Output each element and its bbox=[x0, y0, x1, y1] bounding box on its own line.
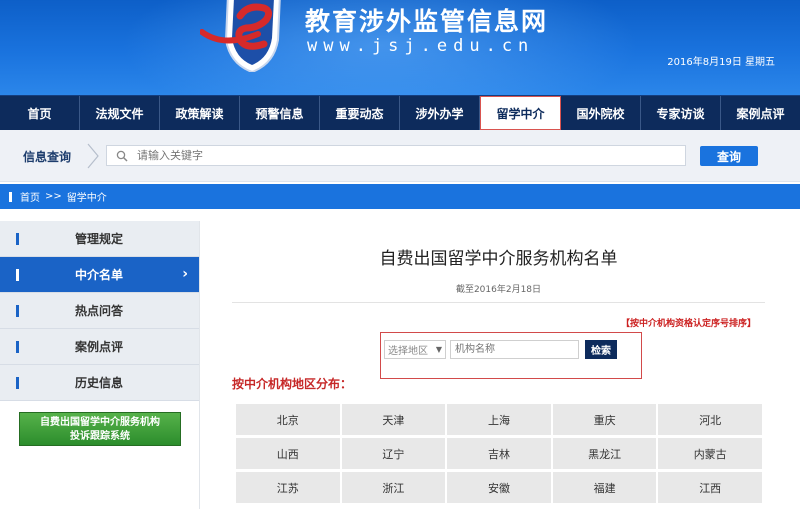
filter-search-button[interactable]: 检索 bbox=[585, 340, 617, 359]
breadcrumb-separator: >> bbox=[45, 191, 62, 202]
search-box[interactable] bbox=[106, 145, 686, 166]
region-link[interactable]: 上海 bbox=[447, 404, 551, 435]
nav-item-case-reviews[interactable]: 案例点评 bbox=[721, 96, 800, 130]
sort-note: 【按中介机构资格认定序号排序】 bbox=[620, 319, 756, 329]
caret-down-icon: ▼ bbox=[435, 345, 442, 354]
search-label: 信息查询 bbox=[23, 150, 72, 164]
nav-item-policy[interactable]: 政策解读 bbox=[160, 96, 240, 130]
sidebar-item-agency-list[interactable]: 中介名单 › bbox=[0, 257, 200, 293]
region-grid: 北京 天津 上海 重庆 河北 山西 辽宁 吉林 黑龙江 内蒙古 江苏 浙江 安徽… bbox=[236, 404, 762, 503]
chevron-right-icon bbox=[87, 143, 99, 169]
complaint-line-2: 投诉跟踪系统 bbox=[70, 431, 130, 442]
region-link[interactable]: 北京 bbox=[236, 404, 340, 435]
region-link[interactable]: 浙江 bbox=[341, 472, 446, 503]
nav-item-study-agency[interactable]: 留学中介 bbox=[480, 96, 561, 130]
site-banner: 教育涉外监管信息网 www.jsj.edu.cn 2016年8月19日 星期五 bbox=[0, 0, 800, 95]
region-link[interactable]: 河北 bbox=[658, 404, 762, 435]
site-url: www.jsj.edu.cn bbox=[307, 36, 535, 56]
region-link[interactable]: 山西 bbox=[236, 438, 340, 469]
title-divider bbox=[232, 302, 765, 303]
complaint-system-banner[interactable]: 自费出国留学中介服务机构 投诉跟踪系统 bbox=[19, 412, 181, 446]
nav-item-foreign-schools[interactable]: 涉外办学 bbox=[400, 96, 480, 130]
breadcrumb-current[interactable]: 留学中介 bbox=[67, 189, 107, 204]
chevron-right-icon: › bbox=[182, 266, 188, 282]
sidebar: 管理规定 中介名单 › 热点问答 案例点评 历史信息 自费出国留学中介服务机构 … bbox=[0, 221, 200, 509]
region-link[interactable]: 重庆 bbox=[552, 404, 657, 435]
breadcrumb: 首页 >> 留学中介 bbox=[0, 184, 800, 209]
region-link[interactable]: 福建 bbox=[552, 472, 657, 503]
region-link[interactable]: 内蒙古 bbox=[658, 438, 762, 469]
sidebar-item-label: 热点问答 bbox=[75, 304, 124, 318]
site-logo-icon bbox=[200, 0, 281, 72]
institution-name-input[interactable] bbox=[450, 340, 579, 359]
main-nav: 首页 法规文件 政策解读 预警信息 重要动态 涉外办学 留学中介 国外院校 专家… bbox=[0, 95, 800, 130]
region-link[interactable]: 辽宁 bbox=[341, 438, 446, 469]
region-link[interactable]: 安徽 bbox=[447, 472, 551, 503]
breadcrumb-home[interactable]: 首页 bbox=[20, 189, 40, 204]
region-heading: 按中介机构地区分布： bbox=[232, 377, 353, 391]
search-input[interactable] bbox=[137, 149, 685, 162]
sidebar-item-hot-qa[interactable]: 热点问答 bbox=[0, 293, 200, 329]
filter-panel: 选择地区 ▼ 检索 bbox=[380, 332, 642, 379]
sidebar-divider bbox=[199, 221, 200, 509]
region-link[interactable]: 黑龙江 bbox=[552, 438, 657, 469]
sidebar-item-label: 案例点评 bbox=[75, 340, 124, 354]
region-select[interactable]: 选择地区 ▼ bbox=[384, 340, 446, 359]
sidebar-item-label: 管理规定 bbox=[75, 232, 124, 246]
publish-date: 截至2016年2月18日 bbox=[455, 285, 542, 295]
nav-item-home[interactable]: 首页 bbox=[0, 96, 80, 130]
complaint-line-1: 自费出国留学中介服务机构 bbox=[40, 417, 160, 428]
region-link[interactable]: 江苏 bbox=[236, 472, 340, 503]
sidebar-item-case-reviews[interactable]: 案例点评 bbox=[0, 329, 200, 365]
search-icon bbox=[107, 150, 137, 162]
nav-item-warnings[interactable]: 预警信息 bbox=[240, 96, 320, 130]
nav-item-overseas-colleges[interactable]: 国外院校 bbox=[561, 96, 641, 130]
search-strip: 信息查询 查询 bbox=[0, 130, 800, 182]
nav-item-news[interactable]: 重要动态 bbox=[320, 96, 400, 130]
region-select-value: 选择地区 bbox=[388, 346, 428, 357]
region-link[interactable]: 江西 bbox=[658, 472, 762, 503]
sidebar-item-regulations[interactable]: 管理规定 bbox=[0, 221, 200, 257]
sidebar-item-history[interactable]: 历史信息 bbox=[0, 365, 200, 401]
region-link[interactable]: 天津 bbox=[341, 404, 446, 435]
page-title: 自费出国留学中介服务机构名单 bbox=[379, 249, 618, 269]
current-date: 2016年8月19日 星期五 bbox=[667, 57, 775, 68]
region-link[interactable]: 吉林 bbox=[447, 438, 551, 469]
site-title: 教育涉外监管信息网 bbox=[305, 7, 549, 36]
sidebar-item-label: 历史信息 bbox=[75, 376, 124, 390]
nav-item-regulations[interactable]: 法规文件 bbox=[80, 96, 160, 130]
search-button[interactable]: 查询 bbox=[700, 146, 758, 166]
nav-item-expert-interviews[interactable]: 专家访谈 bbox=[641, 96, 721, 130]
sidebar-item-label: 中介名单 bbox=[75, 268, 124, 282]
